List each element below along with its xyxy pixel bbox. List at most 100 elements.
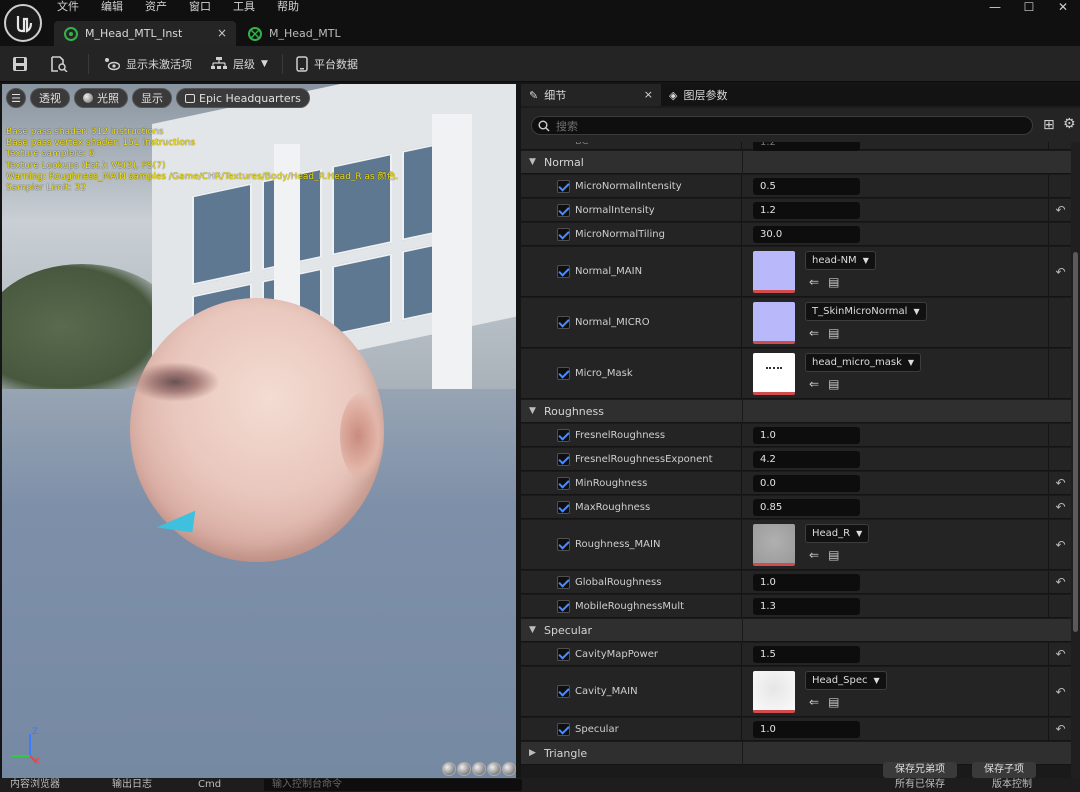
- reset-to-default-icon[interactable]: ↶: [1050, 667, 1071, 716]
- save-child-button[interactable]: 保存子项: [972, 762, 1036, 778]
- use-selected-asset-icon[interactable]: ⇐: [809, 275, 819, 289]
- search-input[interactable]: 搜索: [531, 116, 1033, 135]
- output-log-button[interactable]: 输出日志: [112, 779, 152, 791]
- param-enable-checkbox[interactable]: [557, 600, 570, 613]
- close-icon[interactable]: ×: [644, 88, 653, 101]
- close-icon[interactable]: ×: [217, 26, 227, 40]
- menu-edit[interactable]: 编辑: [100, 0, 134, 16]
- param-enable-checkbox[interactable]: [557, 316, 570, 329]
- param-enable-checkbox[interactable]: [557, 265, 570, 278]
- save-button[interactable]: [12, 46, 28, 82]
- param-enable-checkbox[interactable]: [557, 204, 570, 217]
- viewport-menu-button[interactable]: ☰: [6, 88, 26, 108]
- content-drawer-button[interactable]: 内容浏览器: [10, 779, 60, 791]
- texture-thumbnail[interactable]: [753, 251, 795, 293]
- preview-cube-icon[interactable]: [487, 762, 501, 776]
- param-enable-checkbox[interactable]: [557, 453, 570, 466]
- lighting-button[interactable]: 光照: [74, 88, 128, 108]
- menu-file[interactable]: 文件: [56, 0, 90, 16]
- preview-cylinder-icon[interactable]: [442, 762, 456, 776]
- value-input[interactable]: 30.0: [753, 226, 860, 243]
- param-enable-checkbox[interactable]: [557, 477, 570, 490]
- param-enable-checkbox[interactable]: [557, 538, 570, 551]
- reset-to-default-icon[interactable]: ↶: [1050, 520, 1071, 569]
- details-scrollbar[interactable]: [1071, 142, 1080, 778]
- tab-layer-parameters[interactable]: ◈ 图层参数: [661, 84, 735, 106]
- asset-dropdown[interactable]: Head_Spec ▼: [805, 671, 887, 690]
- source-control-button[interactable]: 版本控制: [992, 779, 1032, 791]
- category-normal[interactable]: ▼ Normal: [521, 151, 1071, 174]
- value-input[interactable]: 0.5: [753, 178, 860, 195]
- asset-dropdown[interactable]: T_SkinMicroNormal ▼: [805, 302, 927, 321]
- reset-to-default-icon[interactable]: ↶: [1050, 496, 1071, 518]
- use-selected-asset-icon[interactable]: ⇐: [809, 377, 819, 391]
- preview-plane-icon[interactable]: [472, 762, 486, 776]
- param-enable-checkbox[interactable]: [557, 367, 570, 380]
- param-enable-checkbox[interactable]: [557, 723, 570, 736]
- asset-dropdown[interactable]: Head_R ▼: [805, 524, 870, 543]
- all-saved-button[interactable]: 所有已保存: [895, 779, 945, 791]
- browse-folder-icon[interactable]: ▤: [828, 377, 839, 391]
- reset-to-default-icon[interactable]: ↶: [1050, 247, 1071, 296]
- use-selected-asset-icon[interactable]: ⇐: [809, 326, 819, 340]
- menu-window[interactable]: 窗口: [188, 0, 222, 16]
- save-sibling-button[interactable]: 保存兄弟项: [883, 762, 957, 778]
- reset-to-default-icon[interactable]: ↶: [1050, 571, 1071, 593]
- platform-data-button[interactable]: 平台数据: [296, 46, 358, 82]
- menu-tools[interactable]: 工具: [232, 0, 266, 16]
- category-specular[interactable]: ▼ Specular: [521, 619, 1071, 642]
- tab-details[interactable]: ✎ 细节 ×: [521, 84, 661, 106]
- settings-gear-icon[interactable]: ⚙: [1063, 116, 1076, 132]
- browse-folder-icon[interactable]: ▤: [828, 695, 839, 709]
- value-input[interactable]: 1.0: [753, 427, 860, 444]
- preview-viewport[interactable]: ☰ 透视 光照 显示 Epic Headquarters Base pass s…: [2, 84, 516, 778]
- browse-folder-icon[interactable]: ▤: [828, 275, 839, 289]
- show-button[interactable]: 显示: [132, 88, 172, 108]
- texture-thumbnail[interactable]: [753, 524, 795, 566]
- console-command-input[interactable]: 输入控制台命令: [264, 779, 522, 791]
- menu-asset[interactable]: 资产: [144, 0, 178, 16]
- preview-sphere-icon[interactable]: [457, 762, 471, 776]
- param-enable-checkbox[interactable]: [557, 685, 570, 698]
- maximize-icon[interactable]: ☐: [1012, 0, 1046, 16]
- unreal-logo-icon[interactable]: [4, 4, 42, 42]
- browse-folder-icon[interactable]: ▤: [828, 326, 839, 340]
- param-enable-checkbox[interactable]: [557, 648, 570, 661]
- tab-material[interactable]: M_Head_MTL: [238, 21, 378, 46]
- category-roughness[interactable]: ▼ Roughness: [521, 400, 1071, 423]
- value-input[interactable]: 0.0: [753, 475, 860, 492]
- value-input[interactable]: 1.5: [753, 646, 860, 663]
- param-enable-checkbox[interactable]: [557, 429, 570, 442]
- browse-asset-button[interactable]: [50, 46, 68, 82]
- texture-thumbnail[interactable]: [753, 353, 795, 395]
- value-input[interactable]: 1.0: [753, 721, 860, 738]
- reset-to-default-icon[interactable]: ↶: [1050, 199, 1071, 221]
- close-window-icon[interactable]: ✕: [1046, 0, 1080, 16]
- minimize-icon[interactable]: —: [978, 0, 1012, 16]
- param-enable-checkbox[interactable]: [557, 180, 570, 193]
- perspective-button[interactable]: 透视: [30, 88, 70, 108]
- use-selected-asset-icon[interactable]: ⇐: [809, 548, 819, 562]
- param-enable-checkbox[interactable]: [557, 228, 570, 241]
- reset-to-default-icon[interactable]: ↶: [1050, 472, 1071, 494]
- asset-dropdown[interactable]: head-NM ▼: [805, 251, 876, 270]
- browse-folder-icon[interactable]: ▤: [828, 548, 839, 562]
- value-input[interactable]: 1.3: [753, 598, 860, 615]
- texture-thumbnail[interactable]: [753, 671, 795, 713]
- cmd-dropdown[interactable]: Cmd: [198, 779, 221, 791]
- asset-dropdown[interactable]: head_micro_mask ▼: [805, 353, 922, 372]
- reset-to-default-icon[interactable]: ↶: [1050, 718, 1071, 740]
- value-input[interactable]: 1.0: [753, 574, 860, 591]
- menu-help[interactable]: 帮助: [276, 0, 310, 16]
- show-inactive-button[interactable]: 显示未激活项: [104, 46, 192, 82]
- param-enable-checkbox[interactable]: [557, 576, 570, 589]
- preview-mesh-icon[interactable]: [502, 762, 516, 776]
- tab-material-instance[interactable]: M_Head_MTL_Inst ×: [54, 21, 236, 46]
- grid-view-icon[interactable]: ⊞: [1043, 117, 1055, 133]
- hierarchy-dropdown[interactable]: 层级 ▼: [211, 46, 268, 82]
- scrollbar-thumb[interactable]: [1073, 252, 1078, 632]
- reset-to-default-icon[interactable]: ↶: [1050, 643, 1071, 665]
- value-input[interactable]: 1.2: [753, 202, 860, 219]
- preview-scene-button[interactable]: Epic Headquarters: [176, 88, 310, 108]
- value-input[interactable]: 4.2: [753, 451, 860, 468]
